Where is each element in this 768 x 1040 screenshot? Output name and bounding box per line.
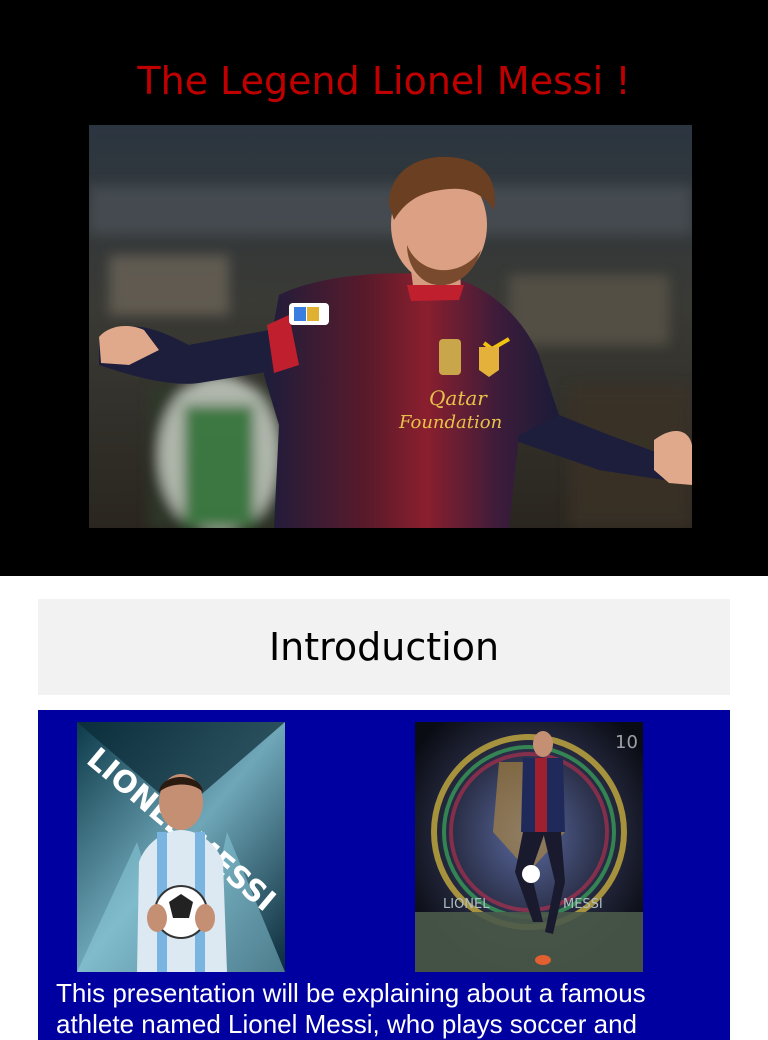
- messi-barcelona-photo: 10 LIONEL MESSI: [415, 722, 643, 972]
- slide-title: The Legend Lionel Messi !: [137, 59, 631, 103]
- jersey-number-graphic: 10: [615, 732, 638, 753]
- messi-argentina-photo: LIONEL MESSI: [77, 722, 285, 972]
- messi-graphic-text: MESSI: [563, 897, 603, 912]
- title-slide: The Legend Lionel Messi ! Qatar Foundati…: [0, 0, 768, 576]
- jersey-sponsor-line2: Foundation: [398, 412, 502, 433]
- introduction-header: Introduction: [38, 599, 730, 695]
- messi-celebration-photo: Qatar Foundation: [89, 125, 692, 528]
- introduction-text: This presentation will be explaining abo…: [56, 978, 646, 1039]
- jersey-sponsor-line1: Qatar: [429, 386, 488, 410]
- lionel-graphic-text: LIONEL: [443, 897, 490, 912]
- introduction-body: LIONEL MESSI 10 LIONEL MESSI This presen…: [38, 710, 730, 1040]
- introduction-title: Introduction: [268, 625, 500, 669]
